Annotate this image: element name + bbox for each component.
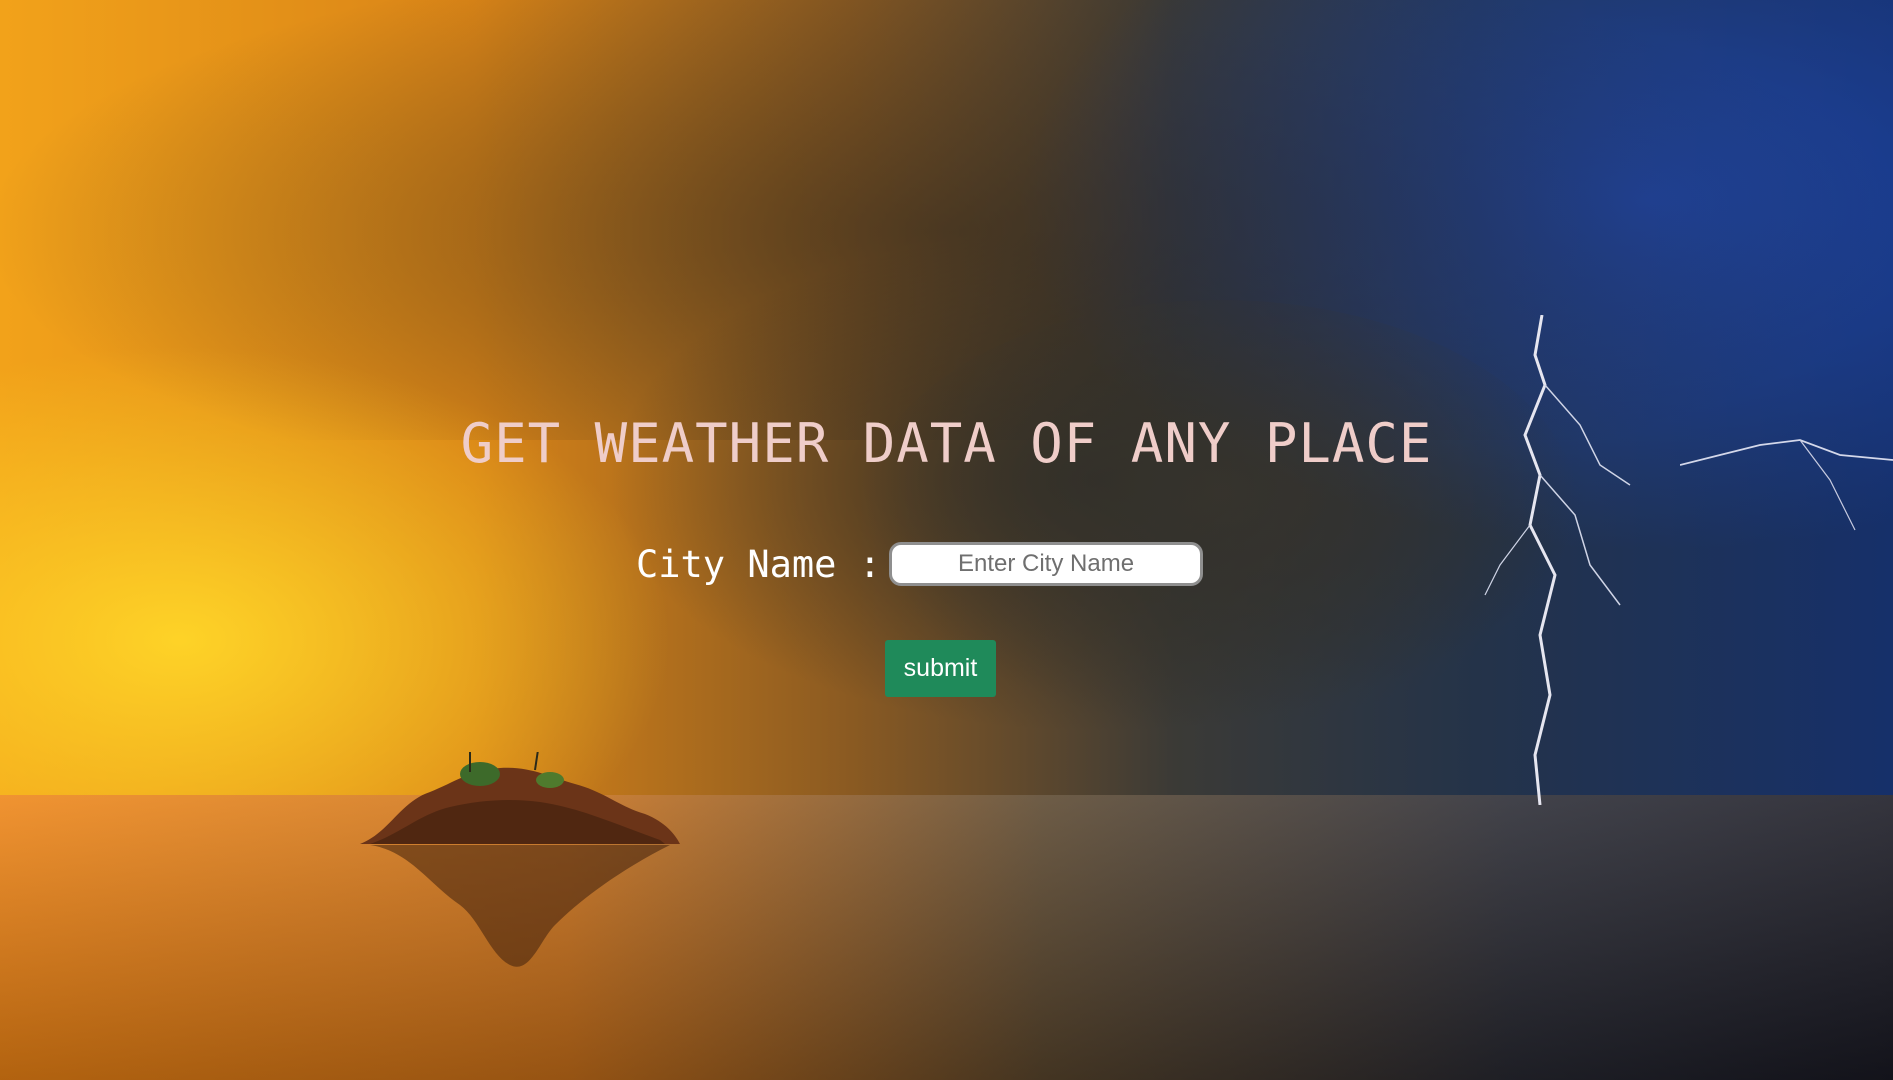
city-name-label: City Name : [635,542,882,586]
city-form-row: City Name : [0,542,1893,586]
page-title: GET WEATHER DATA OF ANY PLACE [460,412,1433,475]
city-name-input[interactable] [889,542,1204,586]
weather-form-page: GET WEATHER DATA OF ANY PLACE City Name … [0,0,1893,1080]
submit-button[interactable]: submit [885,640,996,697]
